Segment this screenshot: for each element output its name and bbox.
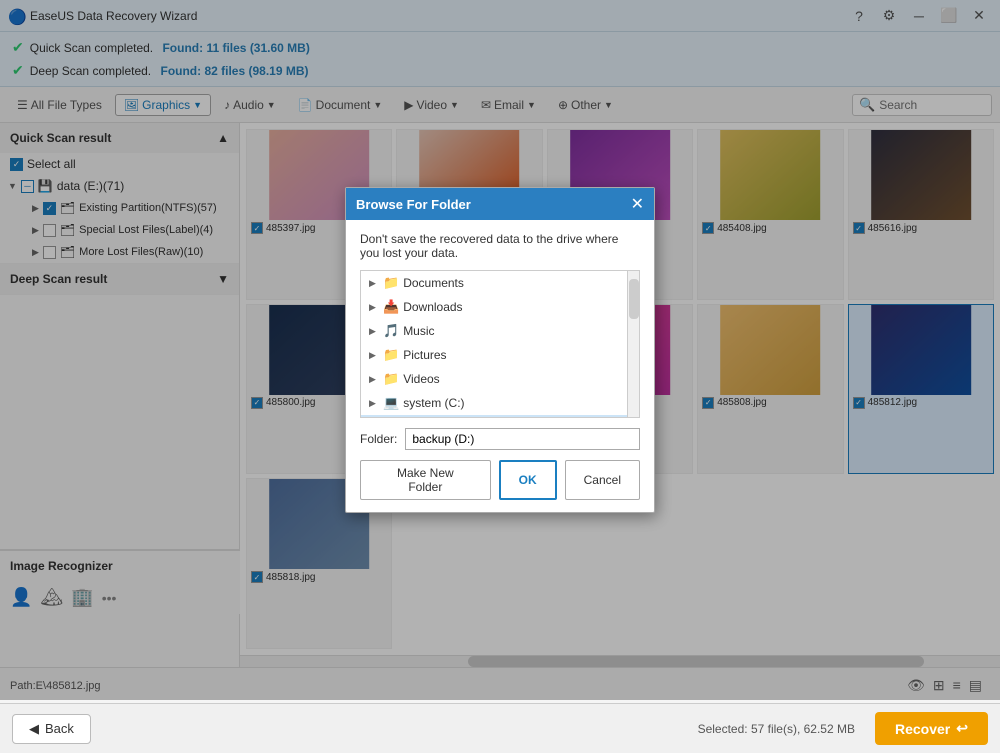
modal-title: Browse For Folder [356,197,471,212]
folder-tree[interactable]: ▶ 📁 Documents ▶ 📥 Downloads ▶ 🎵 Music ▶ 📁 Pictu… [360,270,640,418]
folder-label: Folder: [360,432,397,446]
ftree-label-4: Videos [403,372,439,386]
ftree-arrow-5: ▶ [369,398,379,409]
modal-warning: Don't save the recovered data to the dri… [360,232,640,260]
ftree-label-3: Pictures [403,348,446,362]
folder-row: Folder: [360,428,640,450]
ftree-icon-1: 📥 [383,299,399,315]
back-label: Back [45,721,74,736]
modal-buttons: Make New Folder OK Cancel [360,460,640,500]
ftree-icon-2: 🎵 [383,323,399,339]
folder-input[interactable] [405,428,640,450]
back-arrow-icon: ◀ [29,721,39,737]
folder-tree-item-2[interactable]: ▶ 🎵 Music [361,319,639,343]
ftree-label-1: Downloads [403,300,462,314]
ftree-arrow-1: ▶ [369,302,379,313]
recover-label: Recover [895,721,950,737]
folder-tree-item-0[interactable]: ▶ 📁 Documents [361,271,639,295]
ftree-arrow-3: ▶ [369,350,379,361]
modal-overlay: Browse For Folder ✕ Don't save the recov… [0,0,1000,700]
modal-titlebar: Browse For Folder ✕ [346,188,654,220]
ok-button[interactable]: OK [499,460,557,500]
folder-tree-item-4[interactable]: ▶ 📁 Videos [361,367,639,391]
ftree-arrow-0: ▶ [369,278,379,289]
folder-tree-item-6[interactable]: ▼💾 backup (D:) [361,415,639,418]
bottombar: ◀ Back Selected: 57 file(s), 62.52 MB Re… [0,703,1000,753]
ftree-icon-0: 📁 [383,275,399,291]
folder-tree-item-5[interactable]: ▶ 💻 system (C:) [361,391,639,415]
make-new-folder-button[interactable]: Make New Folder [360,460,491,500]
modal-close-button[interactable]: ✕ [631,194,644,214]
ftree-icon-4: 📁 [383,371,399,387]
recover-button[interactable]: Recover ↩ [875,712,988,745]
selected-info: Selected: 57 file(s), 62.52 MB [101,722,855,736]
cancel-button[interactable]: Cancel [565,460,640,500]
folder-tree-item-1[interactable]: ▶ 📥 Downloads [361,295,639,319]
ftree-icon-3: 📁 [383,347,399,363]
browse-folder-modal: Browse For Folder ✕ Don't save the recov… [345,187,655,513]
folder-tree-item-3[interactable]: ▶ 📁 Pictures [361,343,639,367]
modal-body: Don't save the recovered data to the dri… [346,220,654,512]
ftree-label-5: system (C:) [403,396,464,410]
ftree-arrow-4: ▶ [369,374,379,385]
ftree-label-2: Music [403,324,434,338]
recover-icon: ↩ [956,720,968,737]
back-button[interactable]: ◀ Back [12,714,91,744]
ftree-label-0: Documents [403,276,464,290]
ftree-icon-5: 💻 [383,395,399,411]
ftree-arrow-2: ▶ [369,326,379,337]
